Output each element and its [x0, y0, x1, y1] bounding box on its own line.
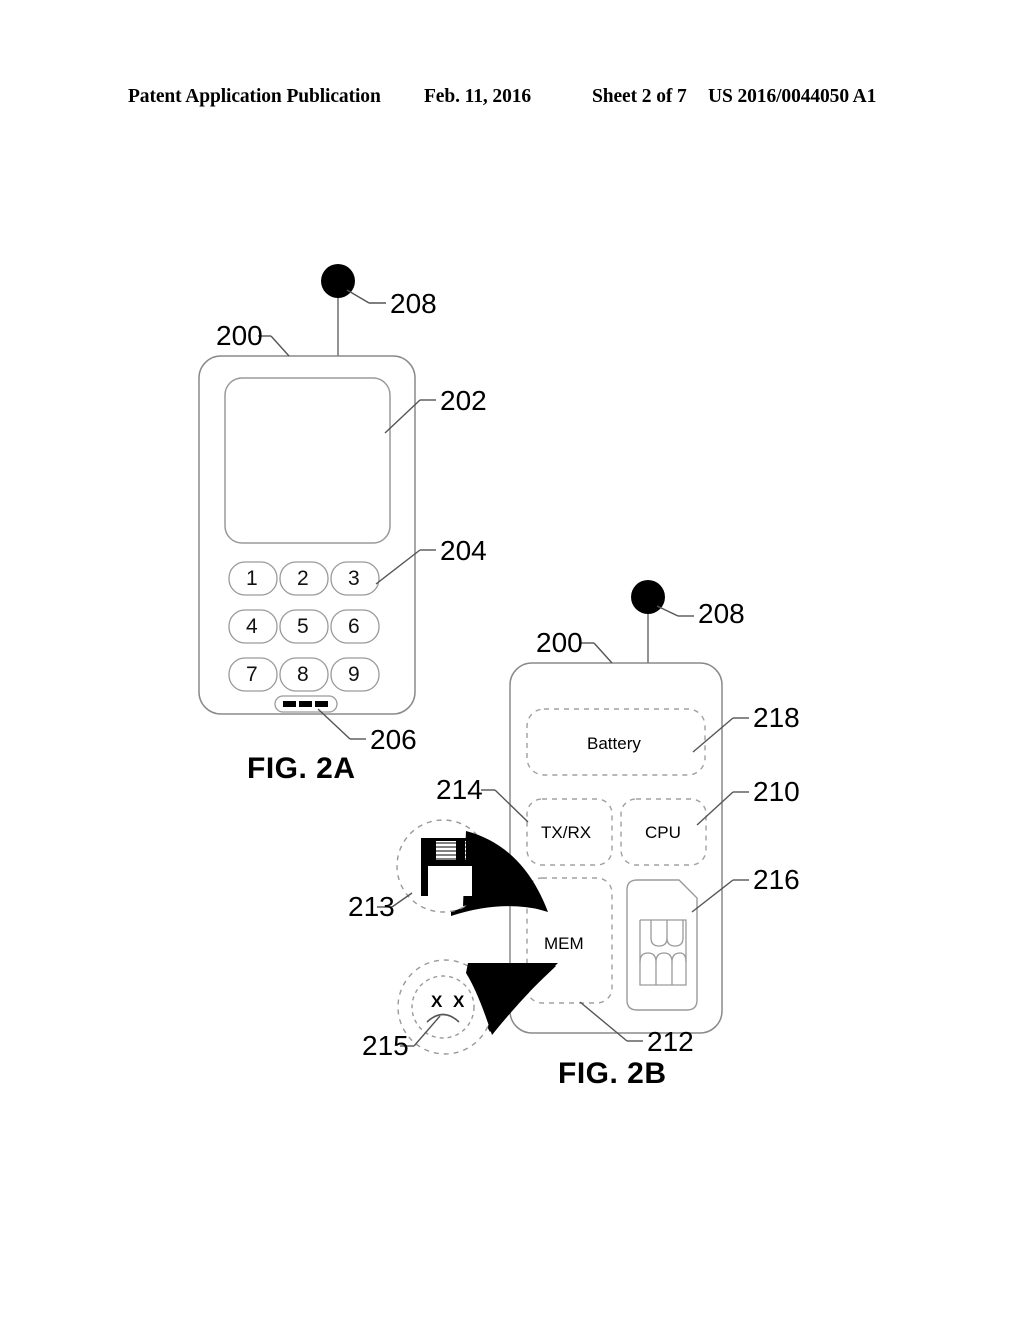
keypad-key-label-1[interactable]: 1: [246, 568, 258, 589]
ref-number-202-fig2a: 202: [440, 385, 487, 416]
sad-face-icon-eyes: X X: [431, 992, 468, 1011]
memory-block-label: MEM: [544, 934, 584, 953]
antenna-tip-icon-2a: [321, 264, 355, 298]
antenna-tip-icon-2b: [631, 580, 665, 614]
ref-number-200-fig2b: 200: [536, 627, 583, 658]
ref-number-216: 216: [753, 864, 800, 895]
ref-number-208-fig2b: 208: [698, 598, 745, 629]
keypad-key-label-9[interactable]: 9: [348, 664, 360, 685]
transceiver-block-label: TX/RX: [541, 823, 592, 842]
ref-number-206-fig2a: 206: [370, 724, 417, 755]
keypad-key-label-8[interactable]: 8: [297, 664, 309, 685]
keypad-key-label-6[interactable]: 6: [348, 616, 360, 637]
leader-line-200-2a: [270, 335, 290, 357]
leader-line-208-2b: [656, 605, 679, 617]
ref-number-204-fig2a: 204: [440, 535, 487, 566]
ref-number-214: 214: [436, 774, 483, 805]
keypad-key-label-7[interactable]: 7: [246, 664, 258, 685]
ref-number-215: 215: [362, 1030, 409, 1061]
ref-number-212: 212: [647, 1026, 694, 1057]
keypad-key-label-4[interactable]: 4: [246, 616, 258, 637]
ref-number-200-fig2a: 200: [216, 320, 263, 351]
ref-number-210: 210: [753, 776, 800, 807]
cpu-block-label: CPU: [645, 823, 681, 842]
speaker-dash-1: [283, 701, 296, 707]
battery-block-label: Battery: [587, 734, 641, 753]
patent-figure-canvas: [198, 264, 749, 1055]
leader-line-200-2b: [593, 642, 613, 664]
display-screen-2a: [224, 377, 391, 544]
figure-2b-caption: FIG. 2B: [558, 1057, 667, 1090]
leader-line-208-2a: [346, 289, 370, 304]
keypad-key-label-5[interactable]: 5: [297, 616, 309, 637]
ref-number-208-fig2a: 208: [390, 288, 437, 319]
keypad-key-label-3[interactable]: 3: [348, 568, 360, 589]
floppy-disk-icon-label: [428, 866, 472, 896]
leader-line-213: [391, 892, 413, 908]
ref-number-218: 218: [753, 702, 800, 733]
floppy-disk-icon-notch: [456, 841, 465, 860]
figure-2a-caption: FIG. 2A: [247, 752, 356, 785]
speaker-dash-3: [315, 701, 328, 707]
ref-number-213: 213: [348, 891, 395, 922]
speaker-dash-2: [299, 701, 312, 707]
keypad-key-label-2[interactable]: 2: [297, 568, 309, 589]
